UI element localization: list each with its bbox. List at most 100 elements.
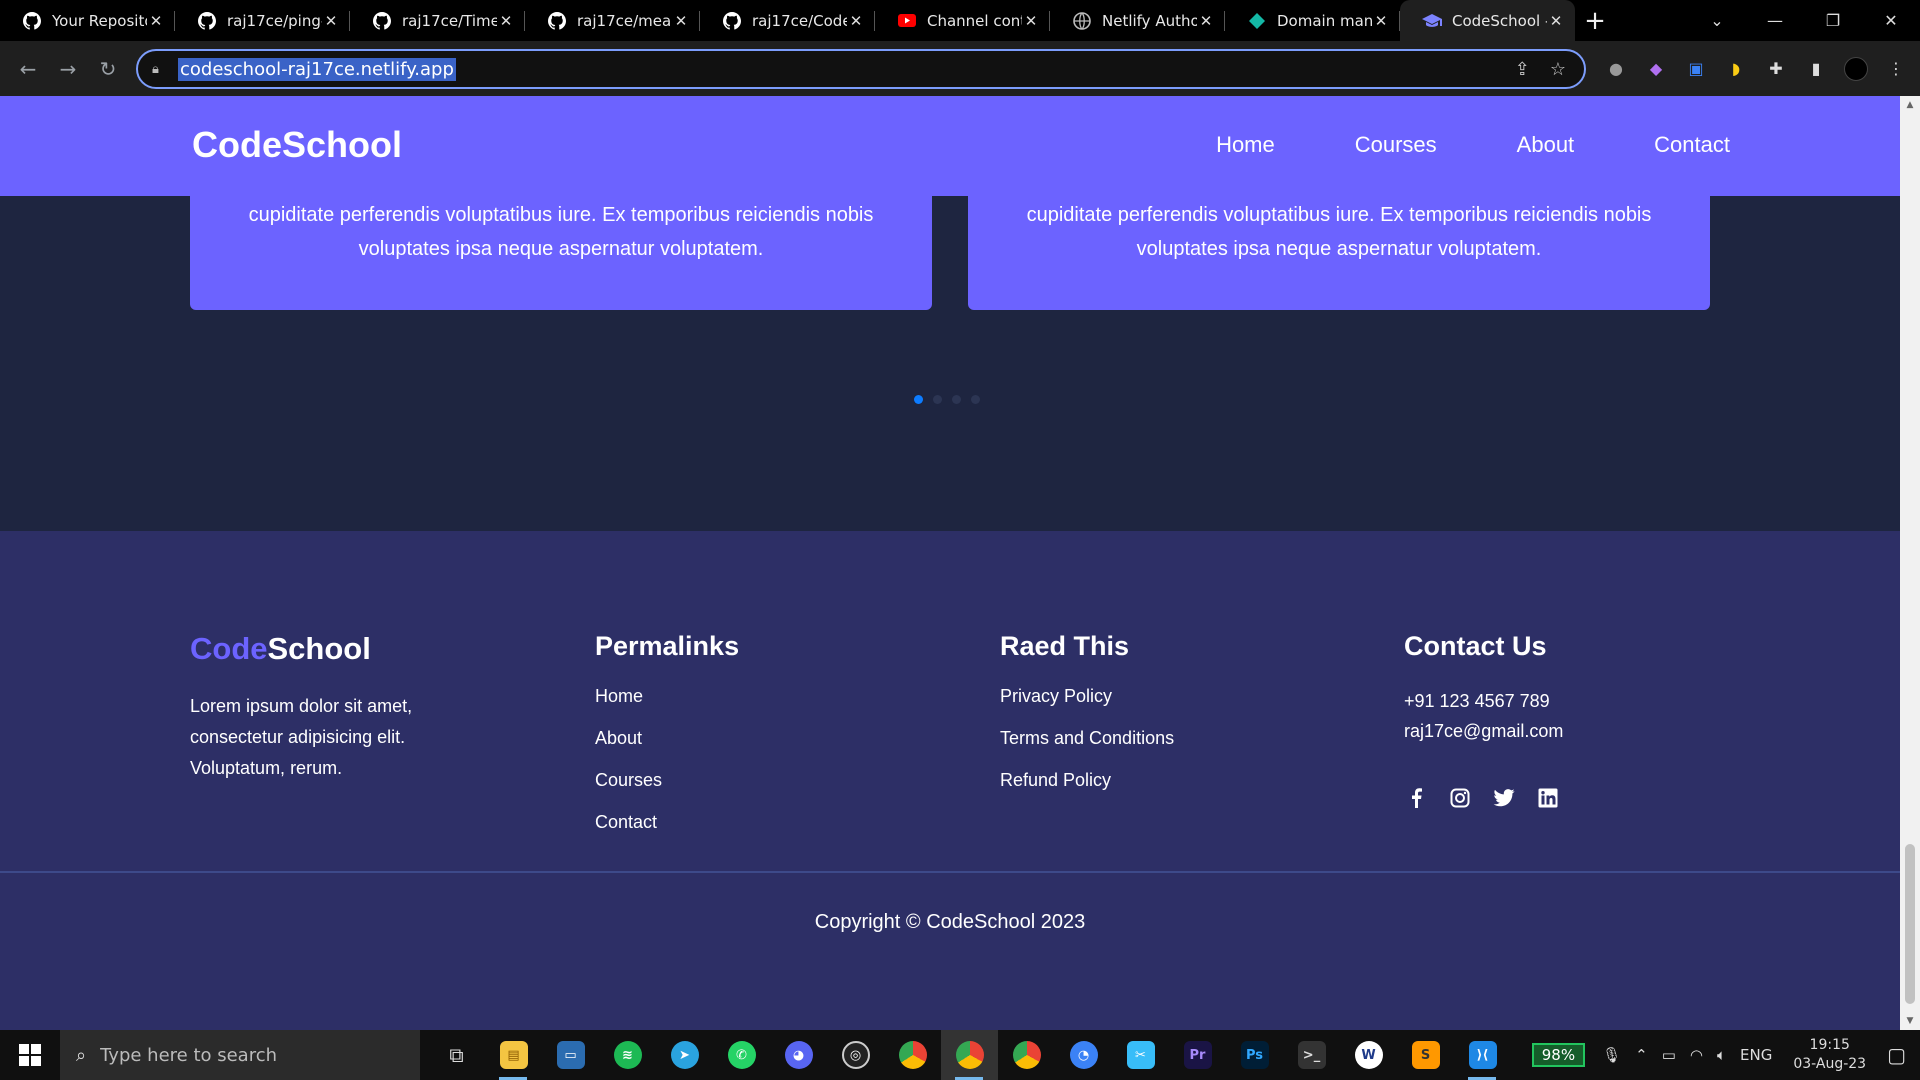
tab-close-icon[interactable]: ✕ <box>1197 12 1215 30</box>
facebook-icon[interactable] <box>1404 786 1428 810</box>
forward-arrow-icon[interactable]: → <box>48 49 88 89</box>
tab-close-icon[interactable]: ✕ <box>847 12 865 30</box>
nav-link-contact[interactable]: Contact <box>1654 132 1730 158</box>
carousel-dot[interactable] <box>952 395 961 404</box>
restore-button[interactable]: ❐ <box>1804 11 1862 30</box>
profile-avatar[interactable] <box>1844 56 1868 81</box>
laptop-app-icon[interactable]: ▭ <box>542 1030 599 1080</box>
site-logo[interactable]: CodeSchool <box>192 124 402 166</box>
lock-icon[interactable]: 🔒︎ <box>152 62 172 77</box>
discord-icon[interactable]: ◕ <box>770 1030 827 1080</box>
tab-close-icon[interactable]: ✕ <box>1547 12 1565 30</box>
social-links <box>1404 786 1563 810</box>
obs-icon[interactable]: ◎ <box>827 1030 884 1080</box>
browser-tab[interactable]: Domain mana ✕ <box>1225 0 1400 41</box>
file-explorer-icon[interactable]: ▤ <box>485 1030 542 1080</box>
browser-tab[interactable]: Channel conte✕ <box>875 0 1050 41</box>
task-view-icon[interactable]: ⧉ <box>428 1030 485 1080</box>
microphone-icon[interactable]: 🎙︎ <box>1602 1046 1621 1064</box>
nav-link-courses[interactable]: Courses <box>1355 132 1437 158</box>
windows-start-icon[interactable] <box>0 1030 60 1080</box>
scrollbar-thumb[interactable] <box>1905 844 1915 1004</box>
footer-link-terms[interactable]: Terms and Conditions <box>1000 728 1174 749</box>
footer-logo[interactable]: CodeSchool <box>190 631 470 667</box>
spotify-icon[interactable]: ≋ <box>599 1030 656 1080</box>
sublime-text-icon[interactable]: S <box>1397 1030 1454 1080</box>
extensions-puzzle-icon[interactable]: ✚ <box>1764 57 1788 81</box>
back-arrow-icon[interactable]: ← <box>8 49 48 89</box>
extension-1-icon[interactable]: ● <box>1604 57 1628 81</box>
browser-tab[interactable]: CodeSchool - ✕ <box>1400 0 1575 41</box>
minimize-button[interactable]: — <box>1746 11 1804 30</box>
taskbar-clock[interactable]: 19:15 03-Aug-23 <box>1793 1036 1866 1074</box>
chrome-active-icon[interactable] <box>941 1030 998 1080</box>
volume-icon[interactable]: 🔈︎ <box>1717 1046 1726 1064</box>
terminal-icon[interactable]: >_ <box>1283 1030 1340 1080</box>
chrome-profile-r-icon[interactable] <box>884 1030 941 1080</box>
tab-close-icon[interactable]: ✕ <box>1372 12 1390 30</box>
close-window-button[interactable]: ✕ <box>1862 11 1920 30</box>
battery-indicator[interactable]: 98% <box>1531 1043 1586 1067</box>
bookmark-star-icon[interactable]: ☆ <box>1550 59 1566 80</box>
browser-tab[interactable]: raj17ce/ping-p✕ <box>175 0 350 41</box>
address-bar[interactable]: 🔒︎ codeschool-raj17ce.netlify.app ⇪ ☆ <box>136 49 1586 89</box>
tab-close-icon[interactable]: ✕ <box>497 12 515 30</box>
share-icon[interactable]: ⇪ <box>1515 59 1530 80</box>
tray-overflow-chevron-icon[interactable]: ⌃ <box>1635 1046 1648 1064</box>
carousel-dot[interactable] <box>914 395 923 404</box>
footer-link-refund-policy[interactable]: Refund Policy <box>1000 770 1174 791</box>
carousel-dot[interactable] <box>971 395 980 404</box>
browser-tab[interactable]: Your Reposito ✕ <box>0 0 175 41</box>
taskbar-search-box[interactable]: ⌕ Type here to search <box>60 1030 420 1080</box>
nav-link-home[interactable]: Home <box>1216 132 1275 158</box>
browser-tab[interactable]: raj17ce/Timer ✕ <box>350 0 525 41</box>
tab-close-icon[interactable]: ✕ <box>1022 12 1040 30</box>
word-app-icon[interactable]: W <box>1340 1030 1397 1080</box>
screenshot-extension-icon[interactable]: ▣ <box>1684 57 1708 81</box>
menu-kebab-icon[interactable]: ⋮ <box>1884 57 1908 81</box>
footer-link-contact[interactable]: Contact <box>595 812 739 833</box>
footer-link-privacy-policy[interactable]: Privacy Policy <box>1000 686 1174 707</box>
snipping-tool-icon[interactable]: ✂ <box>1112 1030 1169 1080</box>
twitter-icon[interactable] <box>1492 786 1516 810</box>
footer-link-about[interactable]: About <box>595 728 739 749</box>
contact-email: raj17ce@gmail.com <box>1404 721 1564 741</box>
browser-tab[interactable]: raj17ce/CodeS✕ <box>700 0 875 41</box>
tab-close-icon[interactable]: ✕ <box>322 12 340 30</box>
premiere-pro-icon[interactable]: Pr <box>1169 1030 1226 1080</box>
system-tray: 98% 🎙︎ ⌃ ▭ ◠ 🔈︎ ENG 19:15 03-Aug-23 ▢ <box>1531 1030 1920 1080</box>
scroll-down-icon[interactable]: ▼ <box>1905 1016 1915 1026</box>
telegram-icon[interactable]: ➤ <box>656 1030 713 1080</box>
tab-close-icon[interactable]: ✕ <box>147 12 165 30</box>
reload-icon[interactable]: ↻ <box>88 49 128 89</box>
url-text[interactable]: codeschool-raj17ce.netlify.app <box>178 57 456 81</box>
browser-tab[interactable]: raj17ce/mealti✕ <box>525 0 700 41</box>
scroll-up-icon[interactable]: ▲ <box>1905 100 1915 110</box>
language-indicator[interactable]: ENG <box>1740 1046 1772 1064</box>
browser-tab[interactable]: Netlify Author ✕ <box>1050 0 1225 41</box>
carousel-dot[interactable] <box>933 395 942 404</box>
instagram-icon[interactable] <box>1448 786 1472 810</box>
notification-center-icon[interactable]: ▢ <box>1887 1043 1906 1067</box>
nav-link-about[interactable]: About <box>1517 132 1575 158</box>
side-panel-icon[interactable]: ▮ <box>1804 57 1828 81</box>
window-controls: ⌄ — ❐ ✕ <box>1688 0 1920 41</box>
extension-yellow-icon[interactable]: ◗ <box>1724 57 1748 81</box>
whatsapp-icon[interactable]: ✆ <box>713 1030 770 1080</box>
chrome-profile-2-icon[interactable] <box>998 1030 1055 1080</box>
footer-link-home[interactable]: Home <box>595 686 739 707</box>
linkedin-icon[interactable] <box>1536 786 1560 810</box>
tab-search-chevron-icon[interactable]: ⌄ <box>1688 11 1746 30</box>
tab-close-icon[interactable]: ✕ <box>672 12 690 30</box>
footer-link-courses[interactable]: Courses <box>595 770 739 791</box>
new-tab-button[interactable]: + <box>1575 0 1615 41</box>
firefox-icon[interactable]: ◔ <box>1055 1030 1112 1080</box>
page-scrollbar[interactable]: ▲ ▼ <box>1900 96 1920 1030</box>
battery-icon[interactable]: ▭ <box>1662 1046 1676 1064</box>
wifi-icon[interactable]: ◠ <box>1690 1046 1703 1064</box>
vscode-icon[interactable]: ⟩⟨ <box>1454 1030 1511 1080</box>
tab-title: raj17ce/mealti <box>577 11 672 30</box>
raed-this-heading: Raed This <box>1000 631 1130 661</box>
extension-2-icon[interactable]: ◆ <box>1644 57 1668 81</box>
photoshop-icon[interactable]: Ps <box>1226 1030 1283 1080</box>
